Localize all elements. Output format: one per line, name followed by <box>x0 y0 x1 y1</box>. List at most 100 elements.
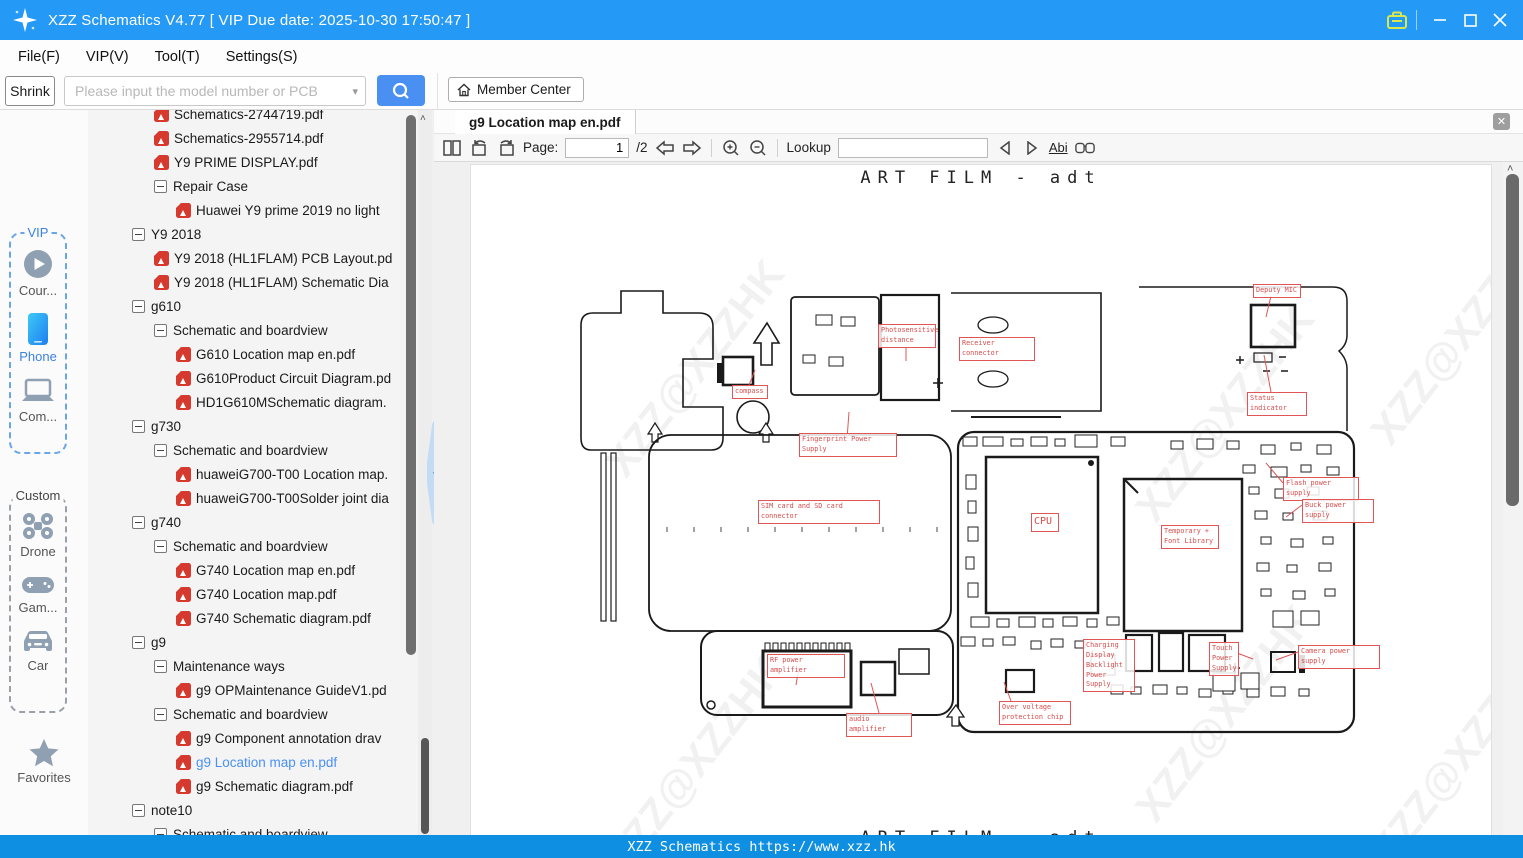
member-center-button[interactable]: Member Center <box>448 77 584 102</box>
sidebar-item-game[interactable]: Gam... <box>11 573 65 615</box>
collapse-toggle-icon[interactable] <box>154 659 167 673</box>
tree-folder[interactable]: g740 <box>132 510 181 534</box>
pdf-scrollbar[interactable]: ˄ <box>1503 162 1523 835</box>
tree-item-label: Schematics-2744719.pdf <box>174 110 324 122</box>
tree-file[interactable]: g9 Schematic diagram.pdf <box>176 774 353 798</box>
search-button[interactable] <box>377 75 425 106</box>
tree-file[interactable]: G740 Location map en.pdf <box>176 558 355 582</box>
tree-file[interactable]: huaweiG700-T00Solder joint dia <box>176 486 389 510</box>
scroll-up-icon[interactable]: ˄ <box>420 113 426 124</box>
tree-file[interactable]: g9 Component annotation drav <box>176 726 381 750</box>
tree-item-label: g9 Location map en.pdf <box>196 754 338 770</box>
sidebar-item-favorites[interactable]: Favorites <box>0 738 88 785</box>
model-search-box: ▾ <box>64 76 366 106</box>
sidebar-item-drone[interactable]: Drone <box>11 511 65 559</box>
tree-file[interactable]: Schematics-2955714.pdf <box>154 126 323 150</box>
two-page-view-icon[interactable] <box>442 138 462 158</box>
vip-briefcase-icon[interactable] <box>1386 10 1408 30</box>
find-next-icon[interactable] <box>1022 138 1042 158</box>
collapse-toggle-icon[interactable] <box>154 707 167 721</box>
sidebar-item-course[interactable]: Cour... <box>11 248 65 298</box>
tree-file[interactable]: Schematics-2744719.pdf <box>154 110 323 126</box>
tree-scrollbar-thumb[interactable] <box>406 115 416 655</box>
close-tab-icon[interactable]: ✕ <box>1493 113 1510 130</box>
tree-item-label: Schematic and boardview <box>173 442 328 458</box>
collapse-toggle-icon[interactable] <box>132 299 145 313</box>
page-number-input[interactable] <box>565 137 630 158</box>
lookup-input[interactable] <box>837 137 988 158</box>
menu-item-1[interactable]: VIP(V) <box>86 49 129 65</box>
match-case-toggle[interactable]: Abi <box>1049 140 1068 155</box>
tree-folder[interactable]: note10 <box>132 798 192 822</box>
tree-item-label: Schematic and boardview <box>173 322 328 338</box>
tree-folder[interactable]: Y9 2018 <box>132 222 201 246</box>
tree-folder[interactable]: Repair Case <box>154 174 248 198</box>
tree-folder[interactable]: Schematic and boardview <box>154 702 328 726</box>
pdf-content-area[interactable]: ART FILM - adt XZZ@XZZHK XZZ@XZZHK XZZ@XZZ… <box>434 162 1503 835</box>
tree-outer-scrollbar-thumb[interactable] <box>421 738 429 834</box>
tree-file[interactable]: G610Product Circuit Diagram.pd <box>176 366 391 390</box>
sidebar-item-phone[interactable]: Phone <box>11 312 65 364</box>
collapse-toggle-icon[interactable] <box>132 227 145 241</box>
pdf-scrollbar-thumb[interactable] <box>1506 174 1519 506</box>
document-tab[interactable]: g9 Location map en.pdf <box>455 110 636 134</box>
custom-group: Custom Drone Gam... Car <box>9 488 67 713</box>
collapse-toggle-icon[interactable] <box>132 635 145 649</box>
titlebar-separator <box>1416 10 1417 30</box>
status-bar: XZZ Schematics https://www.xzz.hk <box>0 835 1523 858</box>
collapse-toggle-icon[interactable] <box>154 179 167 193</box>
find-previous-icon[interactable] <box>995 138 1015 158</box>
tree-file[interactable]: Huawei Y9 prime 2019 no light <box>176 198 380 222</box>
collapse-toggle-icon[interactable] <box>154 539 167 553</box>
collapse-toggle-icon[interactable] <box>132 803 145 817</box>
whole-word-toggle-icon[interactable] <box>1074 138 1095 158</box>
collapse-toggle-icon[interactable] <box>154 323 167 337</box>
tree-folder[interactable]: g9 <box>132 630 166 654</box>
menu-item-3[interactable]: Settings(S) <box>226 49 298 65</box>
collapse-toggle-icon[interactable] <box>154 827 167 835</box>
tree-file[interactable]: Y9 2018 (HL1FLAM) Schematic Dia <box>154 270 389 294</box>
tree-file[interactable]: HD1G610MSchematic diagram. <box>176 390 387 414</box>
shrink-button[interactable]: Shrink <box>5 76 55 106</box>
tree-folder[interactable]: Schematic and boardview <box>154 438 328 462</box>
rotate-left-icon[interactable] <box>469 138 489 158</box>
tree-folder[interactable]: Schematic and boardview <box>154 318 328 342</box>
sidebar-item-computer[interactable]: Com... <box>11 378 65 424</box>
rotate-right-icon[interactable] <box>496 138 516 158</box>
tree-folder[interactable]: g610 <box>132 294 181 318</box>
menu-item-0[interactable]: File(F) <box>18 49 60 65</box>
tree-file[interactable]: G610 Location map en.pdf <box>176 342 355 366</box>
collapse-toggle-icon[interactable] <box>154 443 167 457</box>
tree-file[interactable]: Y9 2018 (HL1FLAM) PCB Layout.pd <box>154 246 392 270</box>
model-search-input[interactable] <box>64 76 366 106</box>
minimize-button[interactable] <box>1425 6 1455 34</box>
next-page-icon[interactable] <box>682 138 702 158</box>
collapse-toggle-icon[interactable] <box>132 419 145 433</box>
tree-folder[interactable]: Schematic and boardview <box>154 534 328 558</box>
tree-file[interactable]: g9 OPMaintenance GuideV1.pd <box>176 678 387 702</box>
chevron-down-icon[interactable]: ▾ <box>352 85 358 98</box>
tree-item-label: G610Product Circuit Diagram.pd <box>196 370 392 386</box>
menu-item-2[interactable]: Tool(T) <box>155 49 200 65</box>
pcb-annotation: Flash power supply <box>1283 477 1359 501</box>
tree-folder[interactable]: Maintenance ways <box>154 654 285 678</box>
zoom-in-icon[interactable] <box>721 138 741 158</box>
status-text: XZZ Schematics https://www.xzz.hk <box>627 838 896 855</box>
tree-file[interactable]: Y9 PRIME DISPLAY.pdf <box>154 150 318 174</box>
sidebar-item-car[interactable]: Car <box>11 629 65 673</box>
tree-file[interactable]: G740 Schematic diagram.pdf <box>176 606 371 630</box>
lookup-label: Lookup <box>786 140 831 155</box>
zoom-out-icon[interactable] <box>748 138 768 158</box>
collapse-toggle-icon[interactable] <box>132 515 145 529</box>
pdf-file-icon <box>154 274 169 290</box>
category-rail: VIP Cour... Phone Com... Custom Drone Ga… <box>0 110 88 835</box>
previous-page-icon[interactable] <box>655 138 675 158</box>
tree-file[interactable]: huaweiG700-T00 Location map. <box>176 462 388 486</box>
tree-file[interactable]: G740 Location map.pdf <box>176 582 336 606</box>
tree-folder[interactable]: g730 <box>132 414 181 438</box>
tree-file[interactable]: g9 Location map en.pdf <box>176 750 337 774</box>
tree-item-label: g610 <box>151 298 182 314</box>
maximize-button[interactable] <box>1455 6 1485 34</box>
close-button[interactable] <box>1485 6 1515 34</box>
tree-folder[interactable]: Schematic and boardview <box>154 822 328 835</box>
